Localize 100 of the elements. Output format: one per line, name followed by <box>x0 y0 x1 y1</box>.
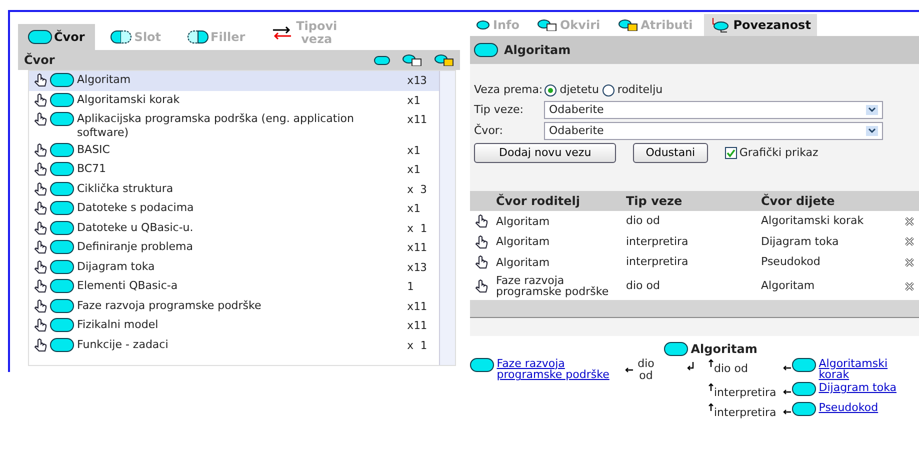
item-label: Datoteke u QBasic-u. <box>77 220 194 235</box>
relation-label: interpretira <box>714 385 778 402</box>
node-link[interactable]: Dijagram toka <box>818 382 896 394</box>
caret-icon <box>866 105 878 116</box>
table-cell: Algoritam <box>492 211 622 232</box>
node-link[interactable]: Algoritamski korak <box>818 358 899 381</box>
hand-pointer-icon[interactable] <box>33 338 47 352</box>
delete-icon[interactable] <box>904 236 915 248</box>
node-icon <box>28 30 52 44</box>
node-icon <box>470 358 494 372</box>
radio-button[interactable] <box>544 84 557 97</box>
hand-pointer-icon[interactable] <box>33 279 47 294</box>
tab[interactable]: Čvor <box>18 24 95 50</box>
node-icon <box>50 260 74 274</box>
checkbox[interactable] <box>724 147 737 159</box>
node-icon <box>664 342 688 356</box>
node-icon <box>474 43 498 57</box>
hand-pointer-icon[interactable] <box>33 298 47 313</box>
column-header: Tip veze <box>622 191 757 212</box>
node-icon <box>792 402 816 416</box>
arrow-icon <box>708 402 714 412</box>
column-heading: Čvor <box>24 52 56 70</box>
item-count: x13 <box>407 260 428 276</box>
item-count: x 1 <box>407 220 428 237</box>
list-item[interactable]: Aplikacijska programska podrška (eng. application software) x11 <box>29 110 439 141</box>
radio-button[interactable] <box>602 84 615 97</box>
item-count: x 1 <box>407 338 428 354</box>
arrow-icon <box>624 366 634 374</box>
list-item[interactable]: Faze razvoja programske podrške x11 <box>29 296 439 316</box>
pill-icon[interactable] <box>374 56 390 65</box>
item-count: x1 <box>407 92 422 109</box>
node-icon <box>50 142 74 157</box>
hand-pointer-icon[interactable] <box>33 92 47 107</box>
hand-pointer-icon[interactable] <box>474 234 488 249</box>
arrow-icon <box>782 364 792 372</box>
list-item[interactable]: Funkcije - zadaci x 1 <box>29 336 439 356</box>
hand-pointer-icon[interactable] <box>474 214 488 228</box>
node-icon <box>792 382 816 396</box>
list-item[interactable]: Fizikalni model x11 <box>29 316 439 336</box>
item-count: x1 <box>407 162 422 178</box>
item-count: x11 <box>407 298 428 315</box>
node-icon <box>50 298 74 313</box>
item-label: Fizikalni model <box>77 318 160 332</box>
item-count: x 3 <box>407 182 428 198</box>
item-count: x1 <box>407 142 422 159</box>
list-item[interactable]: Algoritam x13 <box>29 71 439 91</box>
pill-table-icon[interactable] <box>402 54 422 66</box>
delete-icon[interactable] <box>904 280 915 292</box>
list-item[interactable]: Ciklička struktura x 3 <box>29 180 439 200</box>
item-label: Datoteke s podacima <box>77 201 195 216</box>
button[interactable]: Dodaj novu vezu <box>474 142 616 164</box>
pill-chart-icon[interactable] <box>434 54 454 66</box>
hand-pointer-icon[interactable] <box>33 73 47 88</box>
relation-label: interpretira <box>714 404 778 421</box>
table-cell-text: interpretira <box>625 254 690 270</box>
item-label: Dijagram toka <box>77 260 156 274</box>
field-label: Čvor: <box>474 122 504 139</box>
list-item[interactable]: Elementi QBasic-a 1 <box>29 277 439 297</box>
list-item[interactable]: Definiranje problema x11 <box>29 238 439 258</box>
item-count: x1 <box>407 201 422 218</box>
hand-pointer-icon[interactable] <box>33 112 47 126</box>
node-link[interactable]: Pseudokod <box>818 402 878 414</box>
scrollbar[interactable] <box>439 71 455 366</box>
hand-pointer-icon[interactable] <box>474 255 488 270</box>
list-item[interactable]: Dijagram toka x13 <box>29 258 439 278</box>
hand-pointer-icon[interactable] <box>33 220 47 235</box>
item-label: Definiranje problema <box>77 240 194 254</box>
dropdown[interactable]: Odaberite <box>544 122 883 140</box>
node-link[interactable]: Faze razvoja programske podrške <box>496 358 620 381</box>
item-label: Elementi QBasic-a <box>77 279 179 294</box>
hand-pointer-icon[interactable] <box>33 260 47 274</box>
hand-pointer-icon[interactable] <box>33 240 47 254</box>
item-label: BC71 <box>77 162 108 176</box>
delete-icon[interactable] <box>904 256 915 268</box>
hand-pointer-icon[interactable] <box>33 318 47 332</box>
list-item[interactable]: Datoteke s podacima x1 <box>29 199 439 219</box>
hand-pointer-icon[interactable] <box>33 182 47 196</box>
hand-pointer-icon[interactable] <box>33 201 47 216</box>
dropdown[interactable]: Odaberite <box>544 101 883 120</box>
hand-pointer-icon[interactable] <box>474 279 488 294</box>
item-label: Funkcije - zadaci <box>77 338 170 352</box>
item-label: Ciklička struktura <box>77 182 174 196</box>
node-icon <box>50 162 74 176</box>
item-count: x13 <box>407 73 428 90</box>
delete-icon[interactable] <box>904 216 915 227</box>
table-cell-text: Dijagram toka <box>760 234 840 250</box>
list-item[interactable]: Algoritamski korak x1 <box>29 90 439 110</box>
node-icon <box>50 338 74 352</box>
button[interactable]: Odustani <box>632 142 708 164</box>
tab[interactable]: Povezanost <box>704 14 817 36</box>
list-item[interactable]: BC71 x1 <box>29 160 439 180</box>
table-cell: Algoritamski korak <box>757 211 900 232</box>
node-icon <box>50 92 74 107</box>
node-title: Algoritam <box>504 42 571 59</box>
node-icon <box>50 240 74 254</box>
hand-pointer-icon[interactable] <box>33 162 47 176</box>
hand-pointer-icon[interactable] <box>33 142 47 157</box>
list-item[interactable]: Datoteke u QBasic-u. x 1 <box>29 218 439 238</box>
list-item[interactable]: BASIC x1 <box>29 140 439 160</box>
node-icon <box>50 73 74 88</box>
